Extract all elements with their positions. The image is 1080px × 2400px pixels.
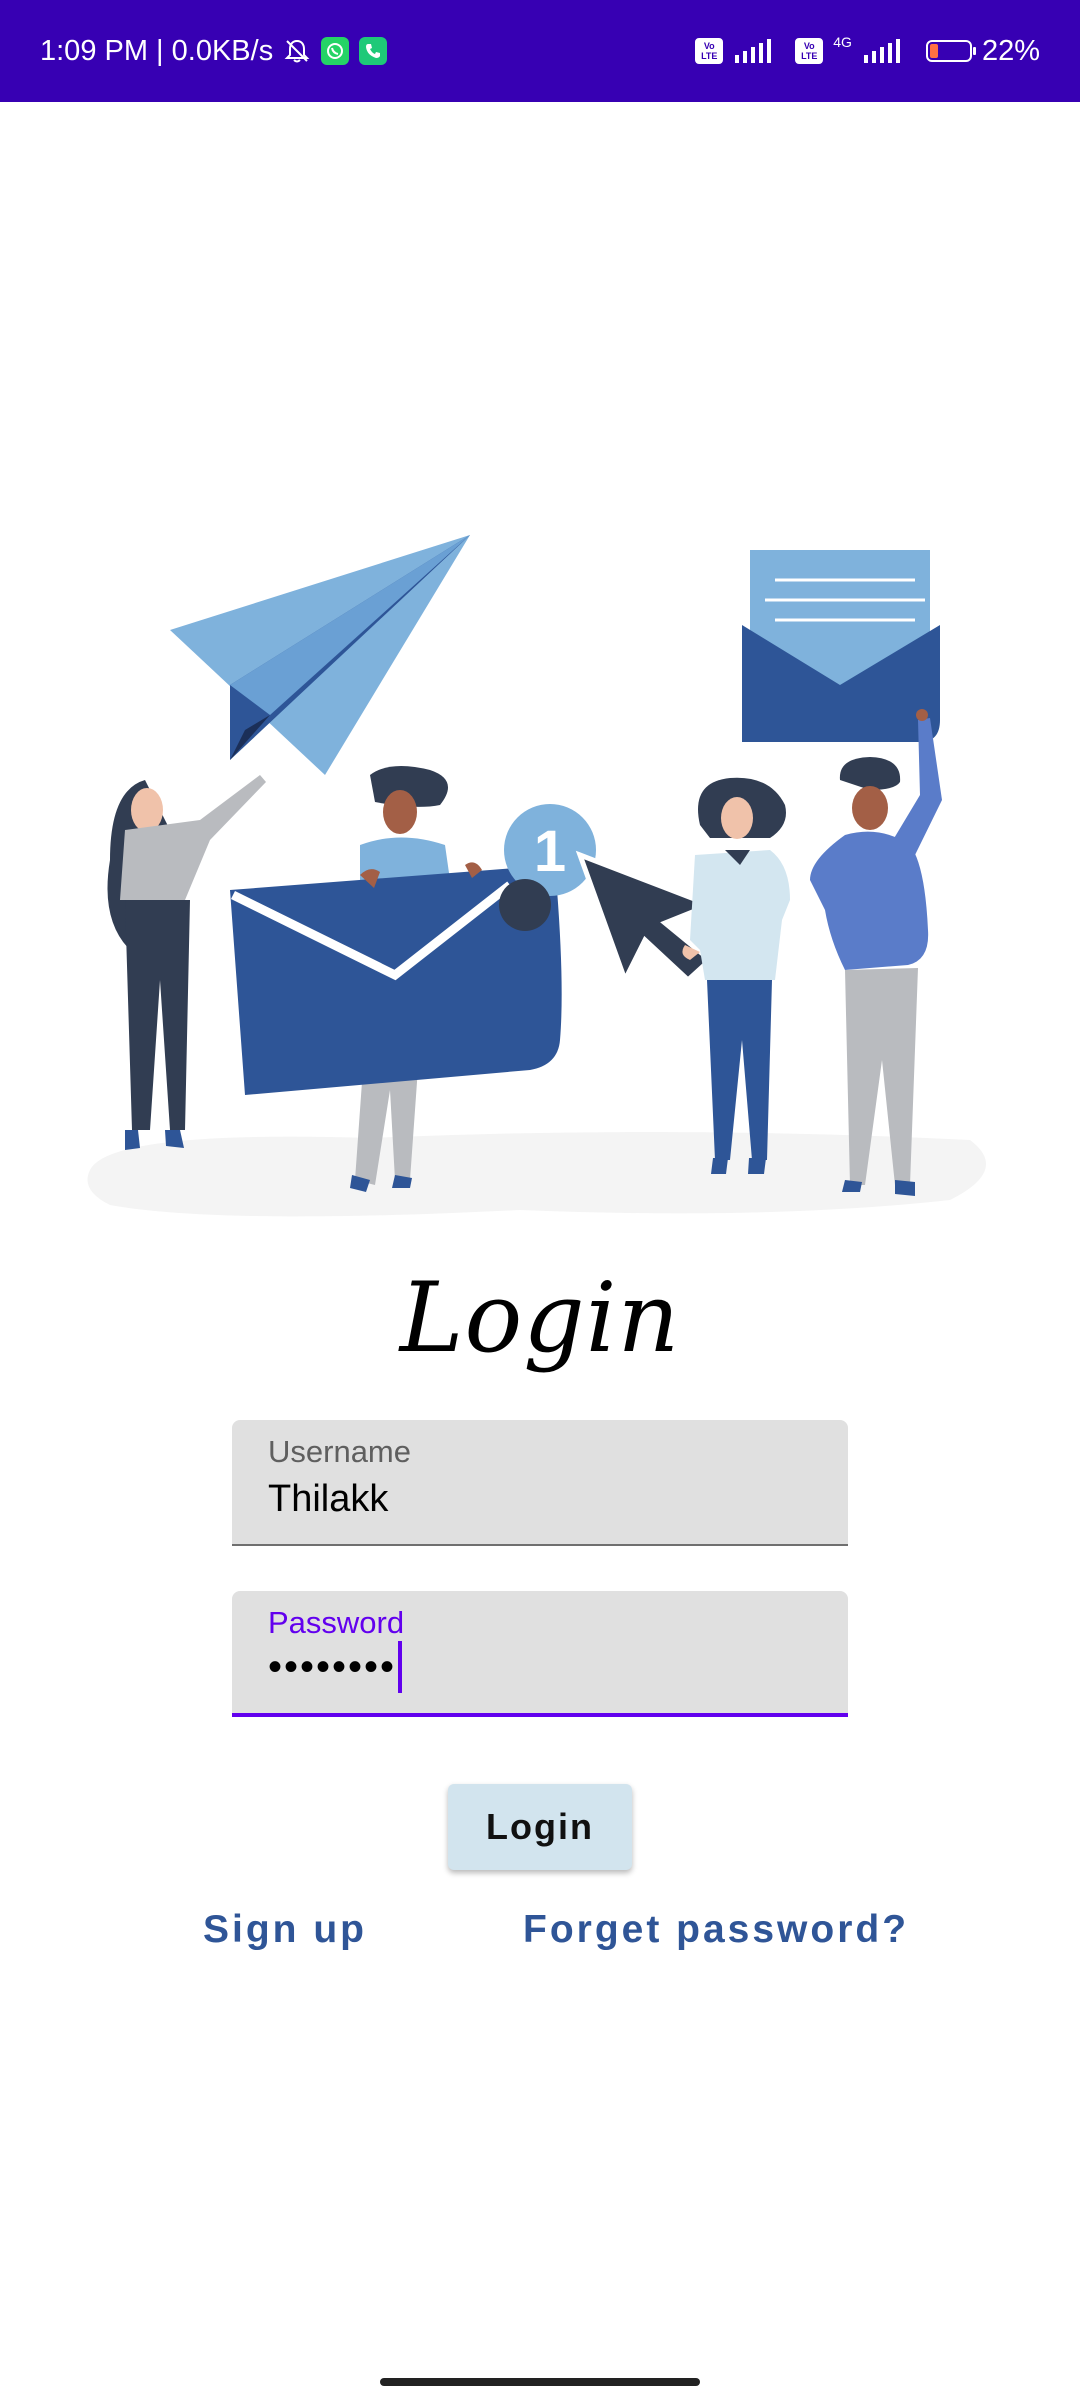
signup-link[interactable]: Sign up <box>203 1908 367 1952</box>
cursor-icon <box>575 850 717 987</box>
status-bar: 1:09 PM | 0.0KB/s Vo LTE Vo LTE 4G 22% <box>0 0 1080 102</box>
badge-count: 1 <box>534 819 566 884</box>
person-right <box>810 709 942 1196</box>
text-cursor <box>398 1641 403 1693</box>
password-input[interactable]: •••••••• <box>268 1645 396 1690</box>
volte-icon: Vo LTE <box>695 38 724 64</box>
password-field[interactable]: Password •••••••• <box>232 1591 848 1717</box>
login-screen: 1:09 PM | 0.0KB/s Vo LTE Vo LTE 4G 22% 1… <box>0 0 1080 2400</box>
signal-icon <box>733 37 772 65</box>
volte-icon-2: Vo LTE <box>795 38 824 64</box>
mute-icon <box>283 37 311 65</box>
status-left: 1:09 PM | 0.0KB/s <box>40 0 388 102</box>
home-indicator[interactable] <box>380 2378 700 2386</box>
battery-level <box>929 44 938 58</box>
username-input[interactable]: Thilakk <box>268 1478 388 1521</box>
battery-icon <box>925 40 976 62</box>
whatsapp-icon <box>321 37 350 65</box>
password-label: Password <box>268 1605 405 1640</box>
battery-percent: 22% <box>981 34 1040 67</box>
phone-icon <box>359 37 388 65</box>
username-label: Username <box>268 1434 411 1469</box>
signal-icon-2 <box>862 37 900 65</box>
password-input-wrap[interactable]: •••••••• <box>268 1641 403 1693</box>
person-center-right <box>682 777 790 1174</box>
status-right: Vo LTE Vo LTE 4G 22% <box>695 0 1040 102</box>
page-title: Login <box>399 1262 681 1374</box>
envelope-open-icon <box>742 550 940 742</box>
login-button[interactable]: Login <box>448 1784 632 1870</box>
username-field[interactable]: Username Thilakk <box>232 1420 848 1546</box>
network-type-label: 4G <box>833 34 852 50</box>
status-time: 1:09 PM | 0.0KB/s <box>40 34 274 67</box>
forget-password-link[interactable]: Forget password? <box>523 1908 909 1952</box>
paper-plane-icon <box>170 535 470 775</box>
notification-badge: 1 <box>499 804 596 931</box>
hero-illustration: 1 <box>70 520 1020 1240</box>
